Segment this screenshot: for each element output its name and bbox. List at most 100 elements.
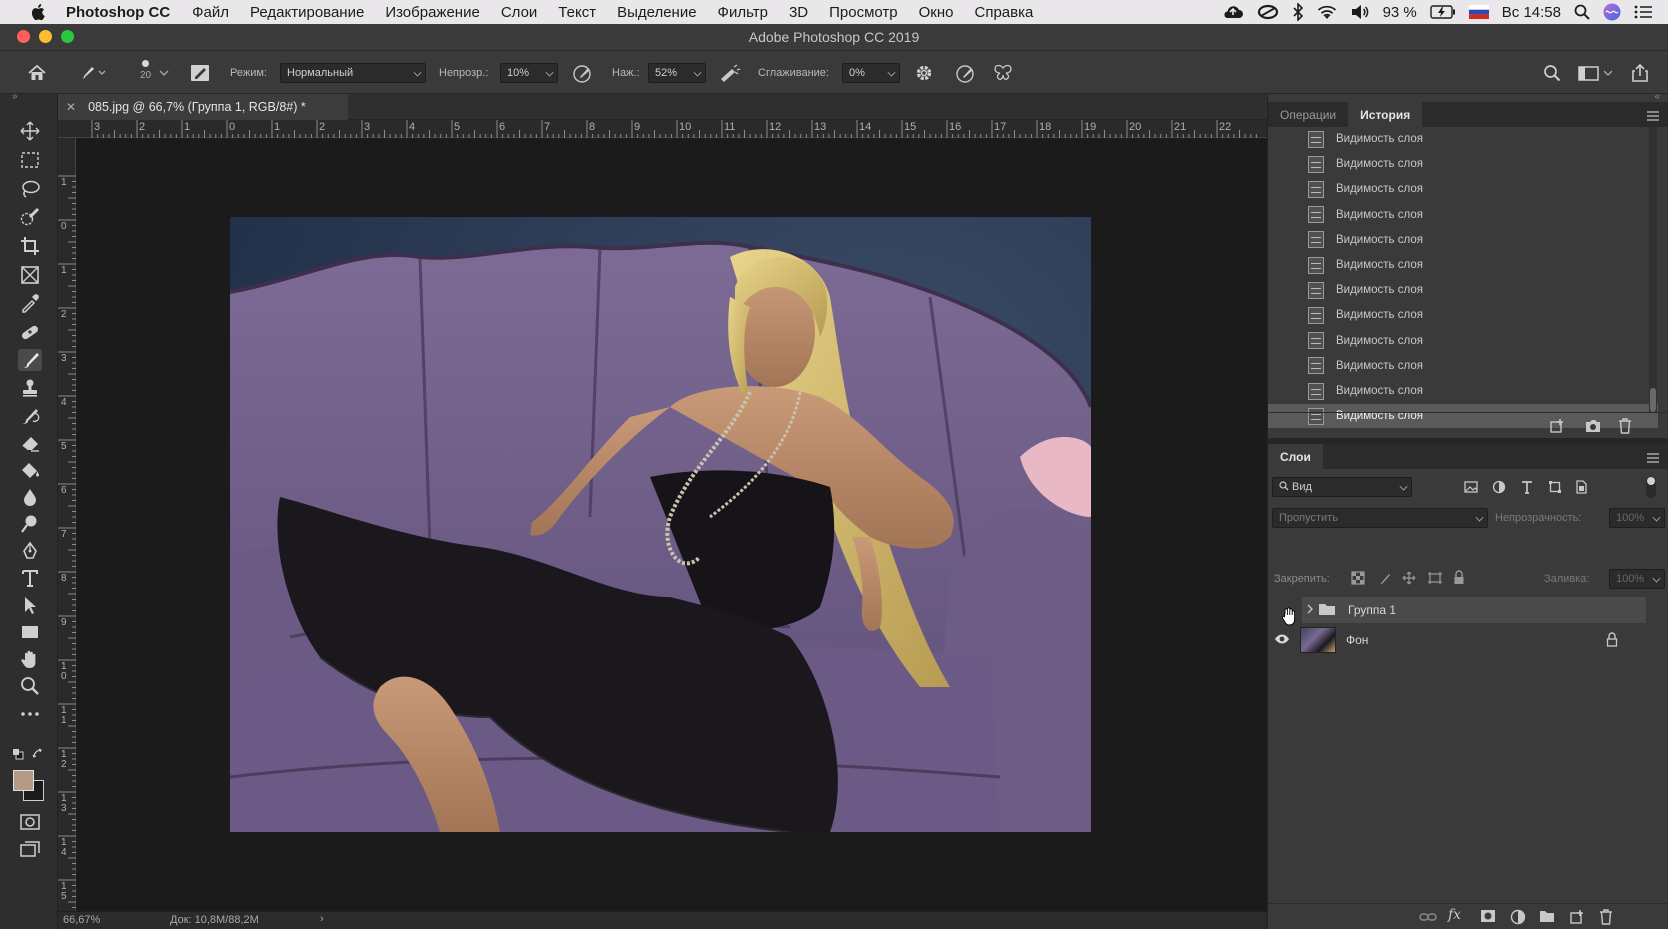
lasso-tool-icon[interactable] <box>18 178 42 200</box>
tab-actions[interactable]: Операции <box>1268 102 1348 127</box>
pressure-opacity-icon[interactable] <box>572 51 594 94</box>
menu-filter[interactable]: Фильтр <box>718 4 768 21</box>
menu-type[interactable]: Текст <box>558 4 596 21</box>
clone-stamp-tool-icon[interactable] <box>18 377 42 399</box>
brush-tool-icon[interactable] <box>18 349 42 371</box>
history-item[interactable]: Видимость слоя <box>1268 228 1658 252</box>
healing-brush-tool-icon[interactable] <box>18 321 42 343</box>
filter-adjustment-layers-icon[interactable] <box>1492 480 1506 499</box>
history-scrollbar-thumb[interactable] <box>1650 388 1656 412</box>
notification-center-icon[interactable] <box>1634 5 1652 19</box>
add-mask-icon[interactable] <box>1480 909 1496 928</box>
crop-tool-icon[interactable] <box>18 235 42 257</box>
move-tool-icon[interactable] <box>18 120 42 142</box>
path-selection-tool-icon[interactable] <box>18 594 42 616</box>
eraser-tool-icon[interactable] <box>18 432 42 454</box>
quick-selection-tool-icon[interactable] <box>18 206 42 228</box>
zoom-level[interactable]: 66,67% <box>63 914 100 926</box>
menu-window[interactable]: Окно <box>919 4 954 21</box>
marquee-tool-icon[interactable] <box>18 149 42 171</box>
more-tools-icon[interactable] <box>18 703 42 725</box>
history-item[interactable]: Видимость слоя <box>1268 278 1658 302</box>
bluetooth-icon[interactable] <box>1292 3 1304 21</box>
layer-row-background[interactable]: Фон <box>1268 624 1646 656</box>
flow-input[interactable]: 52% <box>648 62 706 83</box>
siri-icon[interactable] <box>1603 3 1621 21</box>
history-panel-menu-icon[interactable] <box>1646 108 1660 126</box>
brush-size-picker[interactable]: 20 <box>140 51 151 94</box>
layer-visibility-eye-icon[interactable] <box>1274 633 1290 647</box>
blend-mode-select[interactable]: Нормальный <box>280 62 426 83</box>
menu-layers[interactable]: Слои <box>501 4 537 21</box>
foreground-color-swatch[interactable] <box>13 770 34 791</box>
blur-tool-icon[interactable] <box>18 486 42 508</box>
status-menu-arrow-icon[interactable]: › <box>320 913 324 925</box>
filter-toggle-switch[interactable] <box>1646 476 1656 498</box>
filter-smart-objects-icon[interactable] <box>1574 480 1588 499</box>
delete-layer-trash-icon[interactable] <box>1599 909 1613 929</box>
opacity-input[interactable]: 10% <box>500 62 558 83</box>
battery-percent[interactable]: 93 % <box>1383 4 1417 21</box>
history-item[interactable]: Видимость слоя <box>1268 354 1658 378</box>
filter-pixel-layers-icon[interactable] <box>1464 480 1478 499</box>
menu-file[interactable]: Файл <box>192 4 229 21</box>
apple-icon[interactable] <box>30 3 52 21</box>
share-icon[interactable] <box>1630 51 1650 94</box>
spotlight-search-icon[interactable] <box>1574 4 1590 20</box>
layer-blend-mode-select[interactable]: Пропустить <box>1272 508 1488 528</box>
group-expand-chevron-icon[interactable] <box>1306 603 1314 617</box>
smoothing-options-gear-icon[interactable] <box>914 51 934 94</box>
lock-all-icon[interactable] <box>1453 570 1465 590</box>
layer-fill-input[interactable]: 100% <box>1609 569 1665 589</box>
frame-tool-icon[interactable] <box>18 264 42 286</box>
document-image[interactable] <box>230 217 1091 832</box>
panel-collapse-icon[interactable]: » <box>12 91 18 102</box>
rectangle-tool-icon[interactable] <box>18 621 42 643</box>
symmetry-butterfly-icon[interactable] <box>992 51 1014 94</box>
create-snapshot-camera-icon[interactable] <box>1584 418 1602 439</box>
history-item[interactable]: Видимость слоя <box>1268 152 1658 176</box>
menu-help[interactable]: Справка <box>975 4 1034 21</box>
volume-icon[interactable] <box>1350 4 1370 20</box>
screen-mode-icon[interactable] <box>18 838 42 860</box>
airbrush-icon[interactable] <box>718 51 742 94</box>
swap-colors-icon[interactable] <box>32 747 44 765</box>
document-size-info[interactable]: Док: 10,8M/88,2M <box>170 914 259 926</box>
history-brush-tool-icon[interactable] <box>18 405 42 427</box>
new-layer-icon[interactable] <box>1569 909 1585 929</box>
history-item[interactable]: Видимость слоя <box>1268 329 1658 353</box>
language-flag-icon[interactable] <box>1468 5 1489 19</box>
layer-opacity-input[interactable]: 100% <box>1609 508 1665 528</box>
filter-type-layers-icon[interactable] <box>1520 480 1534 499</box>
lock-image-pixels-icon[interactable] <box>1377 571 1391 590</box>
new-adjustment-layer-icon[interactable] <box>1510 909 1526 929</box>
hand-tool-icon[interactable] <box>18 648 42 670</box>
dock-collapse-icon[interactable]: « <box>1654 91 1660 102</box>
home-icon[interactable] <box>27 51 47 94</box>
new-document-from-state-icon[interactable] <box>1549 418 1565 439</box>
document-tab[interactable]: ✕ 085.jpg @ 66,7% (Группа 1, RGB/8#) * <box>58 94 348 120</box>
menu-edit[interactable]: Редактирование <box>250 4 364 21</box>
dodge-tool-icon[interactable] <box>18 513 42 535</box>
delete-state-trash-icon[interactable] <box>1618 418 1632 439</box>
link-layers-icon[interactable] <box>1419 910 1437 928</box>
lock-artboard-icon[interactable] <box>1427 571 1443 590</box>
brush-tool-preset-icon[interactable] <box>77 51 107 94</box>
quick-mask-icon[interactable] <box>18 811 42 833</box>
workspace-switcher-icon[interactable] <box>1578 51 1614 94</box>
menubar-clock[interactable]: Вс 14:58 <box>1502 4 1561 21</box>
layer-style-fx-icon[interactable]: fx <box>1448 907 1461 923</box>
menu-image[interactable]: Изображение <box>385 4 480 21</box>
history-item[interactable]: Видимость слоя <box>1268 303 1658 327</box>
lock-transparent-pixels-icon[interactable] <box>1351 571 1365 590</box>
new-group-folder-icon[interactable] <box>1539 910 1555 928</box>
close-tab-icon[interactable]: ✕ <box>66 100 76 114</box>
history-item[interactable]: Видимость слоя <box>1268 127 1658 151</box>
default-colors-icon[interactable] <box>12 747 24 765</box>
eyedropper-tool-icon[interactable] <box>18 292 42 314</box>
tab-history[interactable]: История <box>1348 102 1423 127</box>
battery-icon[interactable] <box>1430 5 1456 19</box>
filter-shape-layers-icon[interactable] <box>1548 480 1562 499</box>
menu-app-name[interactable]: Photoshop CC <box>66 4 170 21</box>
pen-tool-icon[interactable] <box>18 540 42 562</box>
